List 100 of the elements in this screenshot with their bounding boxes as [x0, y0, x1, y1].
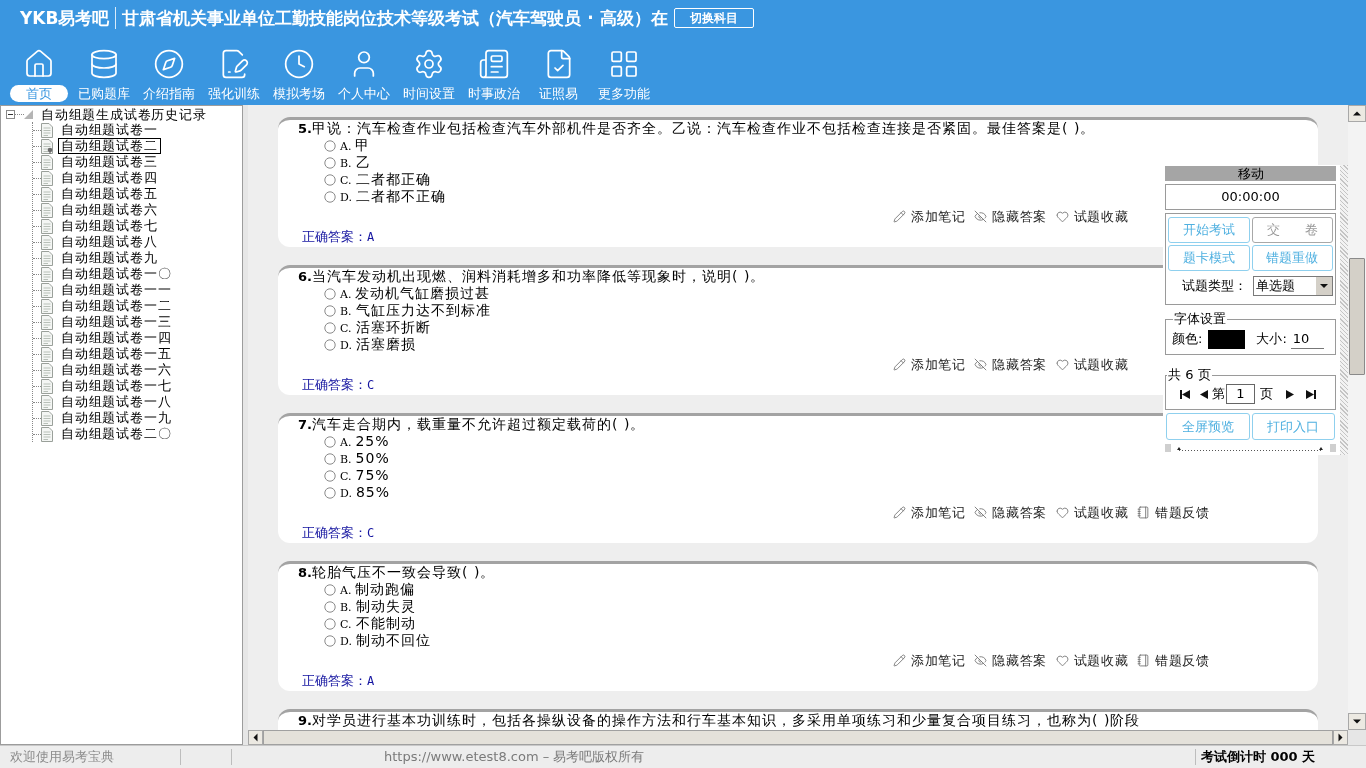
radio-button[interactable]: [324, 452, 336, 465]
newspaper-icon[interactable]: [477, 48, 510, 80]
document-icon: [41, 154, 53, 170]
document-icon: [41, 314, 53, 330]
radio-button[interactable]: [324, 287, 336, 300]
question-text: 6.当汽车发动机出现燃、润料消耗增多和功率降低等现象时，说明( )。: [298, 268, 766, 285]
question-action[interactable]: 错题反馈: [1137, 652, 1210, 669]
next-page-icon[interactable]: [1286, 389, 1294, 399]
tree-item[interactable]: 自动组题试卷一五: [58, 346, 175, 362]
triangle-icon: [24, 109, 33, 119]
tree-item[interactable]: 自动组题试卷一: [58, 122, 161, 138]
first-page-icon[interactable]: [1180, 389, 1190, 399]
tree-item[interactable]: 自动组题试卷一六: [58, 362, 175, 378]
radio-button[interactable]: [324, 321, 336, 334]
tree-root-label[interactable]: 自动组题生成试卷历史记录: [41, 106, 207, 122]
question-action[interactable]: 试题收藏: [1055, 356, 1129, 373]
radio-button[interactable]: [324, 338, 336, 351]
question-action[interactable]: 隐藏答案: [974, 652, 1047, 669]
color-label: 颜色:: [1172, 330, 1203, 349]
resize-grip-drawing[interactable]: [1340, 165, 1348, 455]
option-text: A. 发动机气缸磨损过甚: [340, 284, 491, 303]
question-action[interactable]: 试题收藏: [1055, 504, 1129, 521]
scroll-left-icon[interactable]: [248, 730, 263, 745]
tree-item[interactable]: 自动组题试卷三: [58, 154, 161, 170]
tree-item[interactable]: 自动组题试卷九: [58, 250, 161, 266]
option-text: A. 甲: [340, 136, 371, 155]
question-action[interactable]: 添加笔记: [893, 208, 966, 225]
question-type-select[interactable]: 单选题: [1252, 276, 1333, 296]
correct-answer: 正确答案：A: [302, 228, 375, 246]
question-action[interactable]: 试题收藏: [1055, 208, 1129, 225]
radio-button[interactable]: [324, 156, 336, 169]
eye-slash-icon: [974, 210, 988, 223]
tree-item[interactable]: 自动组题试卷八: [58, 234, 161, 250]
radio-button[interactable]: [324, 139, 336, 152]
question-action[interactable]: 隐藏答案: [974, 208, 1047, 225]
question-action[interactable]: 试题收藏: [1055, 652, 1129, 669]
question-text: 9.对学员进行基本功训练时，包括各操纵设备的操作方法和行车基本知识，多采用单项练习和少量复合项目练习，也称为( )阶段: [298, 712, 1141, 729]
page-input[interactable]: 1: [1226, 384, 1255, 404]
tree-item[interactable]: 自动组题试卷二: [58, 138, 161, 154]
option-text: D. 二者都不正确: [340, 187, 446, 206]
previous-page-icon[interactable]: [1200, 389, 1208, 399]
question-action[interactable]: 错题反馈: [1137, 504, 1210, 521]
question-action[interactable]: 隐藏答案: [974, 356, 1047, 373]
tree-item[interactable]: 自动组题试卷一四: [58, 330, 175, 346]
notebook-icon: [1137, 506, 1151, 519]
option-text: D. 85%: [340, 483, 391, 502]
question-action[interactable]: 隐藏答案: [974, 504, 1047, 521]
radio-button[interactable]: [324, 617, 336, 630]
scroll-up-icon[interactable]: [1348, 105, 1366, 122]
tree-item[interactable]: 自动组题试卷二〇: [58, 426, 175, 442]
heart-icon: [1055, 210, 1069, 223]
scroll-down-icon[interactable]: [1348, 713, 1366, 730]
option-text: C. 二者都正确: [340, 170, 431, 189]
option-text: B. 制动失灵: [340, 597, 416, 616]
document-icon: [41, 202, 53, 218]
document-icon: [41, 282, 53, 298]
question-action[interactable]: 添加笔记: [893, 356, 966, 373]
document-icon: [41, 250, 53, 266]
tree-item[interactable]: 自动组题试卷一九: [58, 410, 175, 426]
tree-item[interactable]: 自动组题试卷四: [58, 170, 161, 186]
tree-item[interactable]: 自动组题试卷五: [58, 186, 161, 202]
tree-item[interactable]: 自动组题试卷六: [58, 202, 161, 218]
notebook-icon: [1137, 654, 1151, 667]
tree-item[interactable]: 自动组题试卷一八: [58, 394, 175, 410]
timer-display: 00:00:00: [1165, 184, 1336, 210]
tree-item[interactable]: 自动组题试卷一三: [58, 314, 175, 330]
clock-icon[interactable]: [282, 48, 315, 80]
tree-item[interactable]: 自动组题试卷一一: [58, 282, 175, 298]
correct-answer: 正确答案：C: [302, 376, 375, 394]
color-swatch-icon[interactable]: [1208, 329, 1246, 349]
question-text: 8.轮胎气压不一致会导致( )。: [298, 564, 496, 581]
radio-button[interactable]: [324, 600, 336, 613]
splitter-drawing[interactable]: [1165, 444, 1336, 452]
eye-slash-icon: [974, 654, 988, 667]
scrollbar-thumb[interactable]: [1349, 258, 1365, 375]
document-icon: [41, 346, 53, 362]
radio-button[interactable]: [324, 486, 336, 499]
scroll-right-icon[interactable]: [1333, 730, 1348, 745]
tree-item[interactable]: 自动组题试卷一七: [58, 378, 175, 394]
tree-item[interactable]: 自动组题试卷七: [58, 218, 161, 234]
radio-button[interactable]: [324, 583, 336, 596]
radio-button[interactable]: [324, 304, 336, 317]
radio-button[interactable]: [324, 469, 336, 482]
panel-title[interactable]: 移动: [1165, 166, 1336, 181]
radio-button[interactable]: [324, 173, 336, 186]
collapse-icon[interactable]: [6, 109, 15, 119]
radio-button[interactable]: [324, 190, 336, 203]
document-icon: [41, 394, 53, 410]
tree-item[interactable]: 自动组题试卷一二: [58, 298, 175, 314]
question-action[interactable]: 添加笔记: [893, 504, 966, 521]
last-page-icon[interactable]: [1306, 389, 1316, 399]
document-icon: [41, 410, 53, 426]
pencil-icon: [893, 358, 906, 371]
question-action[interactable]: 添加笔记: [893, 652, 966, 669]
font-size-input[interactable]: 10: [1290, 329, 1324, 349]
radio-button[interactable]: [324, 435, 336, 448]
tree-item[interactable]: 自动组题试卷一〇: [58, 266, 175, 282]
radio-button[interactable]: [324, 634, 336, 647]
compass-icon[interactable]: [152, 48, 185, 80]
eye-slash-icon: [974, 358, 988, 371]
